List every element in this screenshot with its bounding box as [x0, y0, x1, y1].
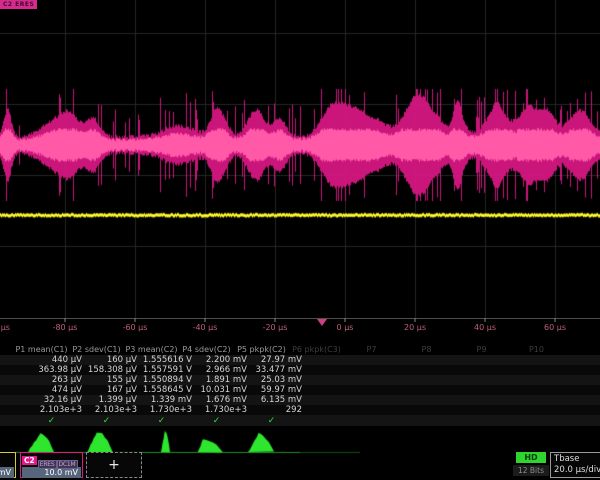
measure-value-cell: 167 µV	[82, 385, 137, 395]
measure-value-cell: 1.676 mV	[192, 395, 247, 405]
measure-value-cell: 1.550894 V	[137, 375, 192, 385]
time-axis-label: -40 µs	[193, 323, 218, 332]
measure-column-header[interactable]: P10	[509, 345, 564, 354]
time-axis-tick	[345, 318, 346, 322]
measure-value-cell: 1.730e+3	[137, 405, 192, 415]
measure-value-cell: 474 µV	[27, 385, 82, 395]
measure-value-cell: 1.339 mV	[137, 395, 192, 405]
time-axis-label: -100 µs	[0, 323, 10, 332]
time-axis-tick	[275, 318, 276, 322]
time-axis: -100 µs -80 µs -60 µs -40 µs -20 µs 0 µs 20 µs…	[0, 318, 600, 336]
measure-value-cell: 32.16 µV	[27, 395, 82, 405]
measure-status-check: ✓	[244, 416, 299, 426]
measure-value-cell: 292	[247, 405, 302, 415]
measure-status-check: ✓	[79, 416, 134, 426]
time-axis-label: -60 µs	[123, 323, 148, 332]
measure-value-cell: 10.031 mV	[192, 385, 247, 395]
measure-column-header[interactable]: P9	[454, 345, 509, 354]
time-axis-label: 40 µs	[474, 323, 496, 332]
measure-value-cell: 363.98 µV	[27, 365, 82, 375]
measurement-histicons[interactable]	[0, 428, 600, 454]
waveform-display[interactable]	[0, 0, 600, 318]
measure-value-cell: 2.966 mV	[192, 365, 247, 375]
measure-value-cell: 2.200 mV	[192, 355, 247, 365]
channel-c1-descriptor-box[interactable]: C1 DC1M 10.0 mV	[0, 452, 16, 478]
trigger-position-marker[interactable]	[317, 319, 327, 326]
time-axis-tick	[555, 318, 556, 322]
measure-value-cell: 160 µV	[82, 355, 137, 365]
measure-column-header[interactable]: P8	[399, 345, 454, 354]
channel-c2-descriptor-box[interactable]: C2 ERESDC1M 10.0 mV	[20, 452, 83, 478]
measurement-table: P1 mean(C1)P2 sdev(C1)P3 mean(C2)P4 sdev…	[0, 344, 600, 426]
measure-value-cell: 2.103e+3	[82, 405, 137, 415]
time-axis-label: 60 µs	[544, 323, 566, 332]
add-trace-button[interactable]: +	[86, 452, 142, 478]
measure-value-cell: 25.03 mV	[247, 375, 302, 385]
measure-column-header[interactable]: P7	[344, 345, 399, 354]
time-axis-tick	[415, 318, 416, 322]
measure-status-check: ✓	[24, 416, 79, 426]
measure-column-header[interactable]: P5 pkpk(C2)	[234, 345, 289, 354]
measure-value-cell: 33.477 mV	[247, 365, 302, 375]
measure-value-cell: 1.557591 V	[137, 365, 192, 375]
measure-column-header[interactable]: P3 mean(C2)	[124, 345, 179, 354]
measure-value-cell: 1.558645 V	[137, 385, 192, 395]
time-axis-tick	[485, 318, 486, 322]
measure-column-header[interactable]: P2 sdev(C1)	[69, 345, 124, 354]
measure-value-cell: 440 µV	[27, 355, 82, 365]
channel-c2-volts-per-div: 10.0 mV	[22, 467, 81, 478]
measure-value-cell: 263 µV	[27, 375, 82, 385]
hd-bits-label: 12 Bits	[513, 465, 549, 476]
timebase-value: 20.0 µs/div	[551, 465, 600, 476]
measure-value-cell: 155 µV	[82, 375, 137, 385]
channel-c2-label: C2	[22, 456, 37, 465]
oscilloscope-screen: C2 ERES -100 µs -80 µs -60 µs -40 µs -20 µs 0…	[0, 0, 600, 480]
timebase-descriptor-box[interactable]: Tbase 20.0 µs/div	[550, 452, 600, 478]
time-axis-tick	[135, 318, 136, 322]
measure-status-check: ✓	[134, 416, 189, 426]
time-axis-tick	[205, 318, 206, 322]
time-axis-label: -20 µs	[263, 323, 288, 332]
measure-value-cell: 1.891 mV	[192, 375, 247, 385]
measure-column-header[interactable]: P1 mean(C1)	[14, 345, 69, 354]
measure-value-cell: 27.97 mV	[247, 355, 302, 365]
hd-mode-badge: HD	[516, 452, 546, 463]
time-axis-tick	[65, 318, 66, 322]
measure-value-cell: 158.308 µV	[82, 365, 137, 375]
time-axis-label: 0 µs	[337, 323, 354, 332]
measure-column-header[interactable]: P6 pkpk(C3)	[289, 345, 344, 354]
time-axis-label: 20 µs	[404, 323, 426, 332]
measure-value-cell: 59.97 mV	[247, 385, 302, 395]
measure-value-cell: 1.399 µV	[82, 395, 137, 405]
channel-c1-volts-per-div: 10.0 mV	[0, 467, 14, 478]
trace-annotation-badge: C2 ERES	[0, 0, 37, 9]
time-axis-label: -80 µs	[53, 323, 78, 332]
timebase-label: Tbase	[551, 453, 600, 465]
measure-value-cell: 1.555616 V	[137, 355, 192, 365]
measure-value-cell: 6.135 mV	[247, 395, 302, 405]
measure-value-cell: 2.103e+3	[27, 405, 82, 415]
measure-value-cell: 1.730e+3	[192, 405, 247, 415]
measure-status-check: ✓	[189, 416, 244, 426]
measure-column-header[interactable]: P4 sdev(C2)	[179, 345, 234, 354]
